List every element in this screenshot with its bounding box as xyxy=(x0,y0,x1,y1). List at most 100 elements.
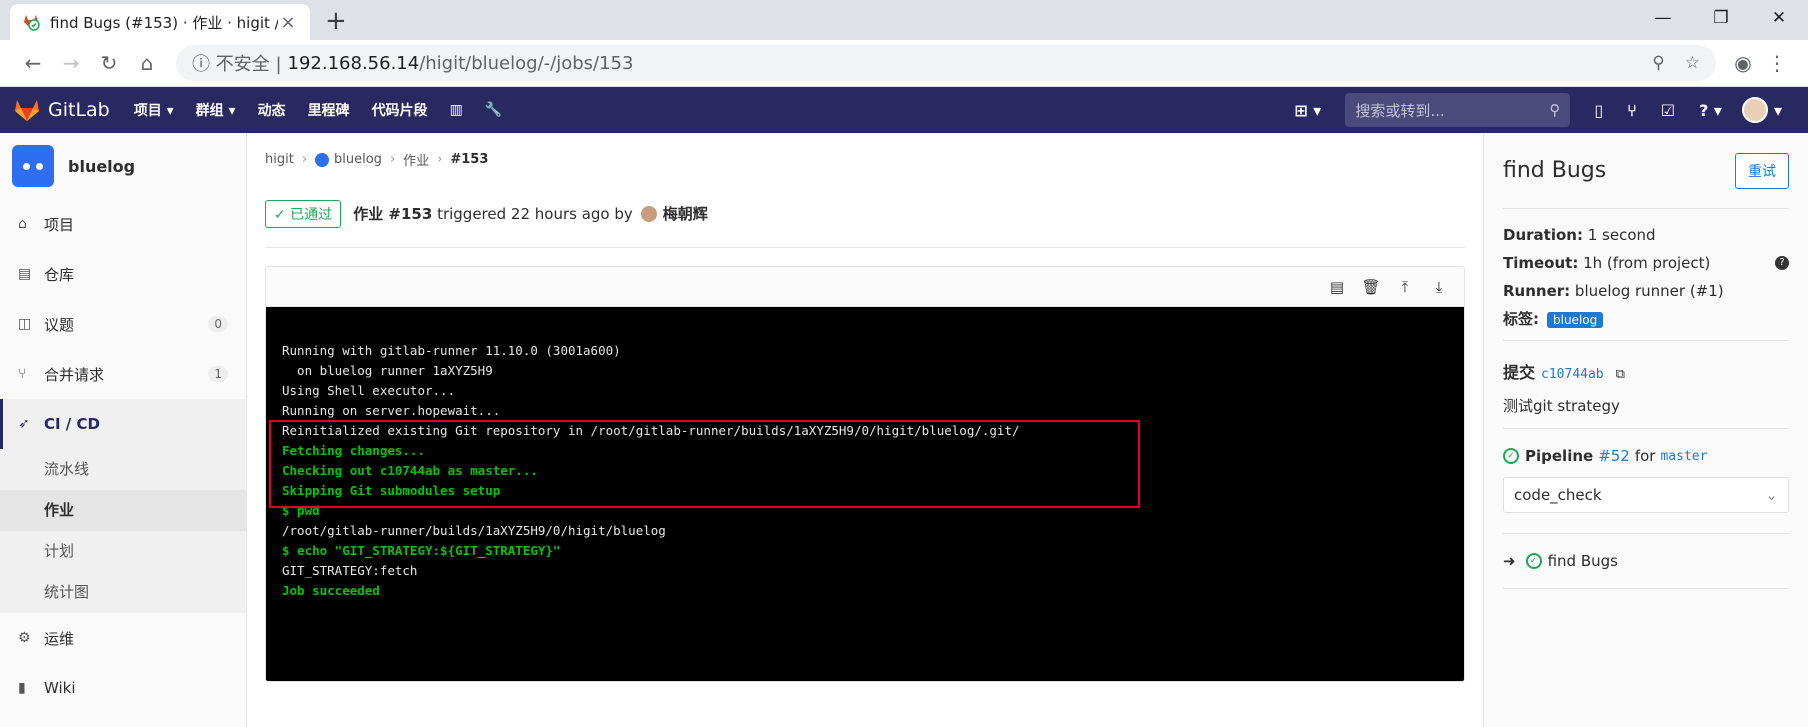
duration-label: Duration: xyxy=(1503,226,1583,244)
job-title: 作业 #153 xyxy=(353,205,433,223)
scroll-top-icon[interactable]: ⤒ xyxy=(1388,278,1422,296)
sidebar-item-wiki[interactable]: ▮ Wiki xyxy=(0,663,246,713)
close-window-button[interactable]: ✕ xyxy=(1750,0,1808,36)
breadcrumb-project[interactable]: bluelog xyxy=(334,152,382,167)
raw-log-icon[interactable]: ▤ xyxy=(1320,278,1354,296)
sidebar-project-header[interactable]: bluelog xyxy=(0,133,246,199)
job-list-item[interactable]: ➜ ✓ find Bugs xyxy=(1503,534,1789,589)
user-avatar-small[interactable] xyxy=(640,206,657,222)
merge-request-icon: ⑂ xyxy=(18,366,27,382)
stage-select[interactable]: code_check ⌄ xyxy=(1503,477,1789,513)
timeout-label: Timeout: xyxy=(1503,254,1579,272)
nav-projects[interactable]: 项目 ▾ xyxy=(134,100,174,120)
project-avatar xyxy=(12,145,54,187)
gitlab-header: GitLab 项目 ▾ 群组 ▾ 动态 里程碑 代码片段 ▥ 🔧 ⊞ ▾ 搜索或… xyxy=(0,87,1808,133)
search-placeholder: 搜索或转到... xyxy=(1355,101,1445,120)
sidebar-sub-schedules[interactable]: 计划 xyxy=(0,531,246,572)
sidebar-item-label: 议题 xyxy=(44,315,75,334)
chevron-down-icon[interactable]: ▾ xyxy=(1774,101,1782,120)
project-dot-icon xyxy=(315,152,330,167)
sidebar-sub-pipelines[interactable]: 流水线 xyxy=(0,449,246,490)
scroll-bottom-icon[interactable]: ⤓ xyxy=(1422,278,1456,296)
gitlab-logo[interactable]: GitLab xyxy=(14,98,110,122)
back-icon[interactable]: ← xyxy=(14,51,52,75)
zoom-icon[interactable]: ⚲ xyxy=(1652,53,1664,73)
highlight-box xyxy=(269,420,1140,508)
branch-link[interactable]: master xyxy=(1660,449,1707,464)
merge-requests-icon[interactable]: ⑂ xyxy=(1627,101,1637,120)
log-line: on bluelog runner 1aXYZ5H9 xyxy=(282,363,493,378)
sidebar-item-operations[interactable]: ⚙ 运维 xyxy=(0,613,246,663)
security-indicator[interactable]: ⓘ 不安全 | xyxy=(192,50,282,76)
sidebar-sub-jobs[interactable]: 作业 xyxy=(0,490,246,531)
status-badge[interactable]: ✓ 已通过 xyxy=(265,199,342,228)
commit-sha-link[interactable]: c10744ab xyxy=(1541,367,1604,382)
duration-row: Duration: 1 second xyxy=(1503,221,1789,249)
home-icon[interactable]: ⌂ xyxy=(128,51,166,75)
url-field[interactable]: ⓘ 不安全 | 192.168.56.14 /higit/bluelog/-/j… xyxy=(176,45,1716,81)
new-plus-icon[interactable]: ⊞ ▾ xyxy=(1294,101,1321,120)
sidebar-item-project[interactable]: ⌂ 项目 xyxy=(0,199,246,249)
timeout-row: Timeout: 1h (from project)? xyxy=(1503,249,1789,277)
tab-title: find Bugs (#153) · 作业 · higit / xyxy=(50,13,278,32)
job-info: Duration: 1 second Timeout: 1h (from pro… xyxy=(1503,209,1789,341)
chevron-down-icon: ⌄ xyxy=(1765,486,1778,504)
help-question-icon[interactable]: ? xyxy=(1775,256,1789,270)
breadcrumb-current[interactable]: #153 xyxy=(450,152,488,167)
search-input[interactable]: 搜索或转到... ⚲ xyxy=(1345,93,1571,127)
analytics-icon[interactable]: ▥ xyxy=(450,102,463,118)
help-icon[interactable]: ? ▾ xyxy=(1699,101,1722,120)
success-check-icon: ✓ xyxy=(1525,553,1542,569)
pipeline-info: ✓ Pipeline #52 for master code_check ⌄ xyxy=(1503,429,1789,534)
runner-label: Runner: xyxy=(1503,282,1571,300)
log-line: Running on server.hopewait... xyxy=(282,403,501,418)
job-user[interactable]: 梅朝辉 xyxy=(663,205,708,223)
sidebar-item-merge-requests[interactable]: ⑂ 合并请求 1 xyxy=(0,349,246,399)
doc-icon: ▤ xyxy=(18,266,32,282)
issues-count-badge: 0 xyxy=(208,316,228,332)
top-nav: 项目 ▾ 群组 ▾ 动态 里程碑 代码片段 ▥ 🔧 xyxy=(134,100,524,120)
gitlab-favicon-icon xyxy=(22,13,40,31)
browser-tabstrip: find Bugs (#153) · 作业 · higit / × + — ❐ … xyxy=(0,0,1808,40)
job-summary: 作业 #153 triggered 22 hours ago by 梅朝辉 xyxy=(353,203,708,224)
runner-row: Runner: bluelog runner (#1) xyxy=(1503,277,1789,305)
url-path: /higit/bluelog/-/jobs/153 xyxy=(419,52,634,74)
minimize-button[interactable]: — xyxy=(1634,0,1692,36)
pipeline-link[interactable]: #52 xyxy=(1598,447,1630,465)
sidebar-item-cicd[interactable]: ➶ CI / CD xyxy=(0,399,246,449)
tags-label: 标签: xyxy=(1503,310,1539,328)
new-tab-button[interactable]: + xyxy=(325,6,347,36)
browser-tab[interactable]: find Bugs (#153) · 作业 · higit / × xyxy=(10,4,310,40)
breadcrumb-jobs[interactable]: 作业 xyxy=(403,150,429,169)
issues-icon[interactable]: ▯ xyxy=(1594,101,1603,120)
todos-icon[interactable]: ☑ xyxy=(1661,101,1675,120)
stage-value: code_check xyxy=(1514,486,1602,504)
nav-milestones[interactable]: 里程碑 xyxy=(308,100,350,120)
breadcrumb-group[interactable]: higit xyxy=(265,152,294,167)
admin-wrench-icon[interactable]: 🔧 xyxy=(485,102,502,118)
tags-row: 标签: bluelog xyxy=(1503,305,1789,334)
bookmark-star-icon[interactable]: ☆ xyxy=(1685,53,1700,73)
retry-button[interactable]: 重试 xyxy=(1735,152,1789,189)
runner-value: bluelog runner (#1) xyxy=(1570,282,1724,300)
maximize-button[interactable]: ❐ xyxy=(1692,0,1750,36)
nav-snippets[interactable]: 代码片段 xyxy=(372,100,428,120)
tanuki-icon xyxy=(15,100,39,121)
tab-close-icon[interactable]: × xyxy=(278,12,298,33)
nav-groups[interactable]: 群组 ▾ xyxy=(196,100,236,120)
menu-dots-icon[interactable]: ⋮ xyxy=(1760,51,1794,75)
sidebar-item-repository[interactable]: ▤ 仓库 xyxy=(0,249,246,299)
erase-trash-icon[interactable]: 🗑 xyxy=(1354,278,1388,296)
reload-icon[interactable]: ↻ xyxy=(90,51,128,75)
sidebar-item-issues[interactable]: ◫ 议题 0 xyxy=(0,299,246,349)
user-avatar[interactable] xyxy=(1741,97,1768,123)
url-host: 192.168.56.14 xyxy=(287,52,420,74)
tag-badge: bluelog xyxy=(1547,312,1604,328)
nav-activity[interactable]: 动态 xyxy=(258,100,286,120)
sidebar-sub-charts[interactable]: 统计图 xyxy=(0,572,246,613)
copy-icon[interactable]: ⧉ xyxy=(1616,367,1625,382)
profile-icon[interactable]: ◉ xyxy=(1726,51,1760,75)
forward-icon[interactable]: → xyxy=(52,51,90,75)
project-sidebar: bluelog ⌂ 项目 ▤ 仓库 ◫ 议题 0 ⑂ 合并请求 1 ➶ CI /… xyxy=(0,133,247,727)
success-check-icon: ✓ xyxy=(1503,448,1519,464)
